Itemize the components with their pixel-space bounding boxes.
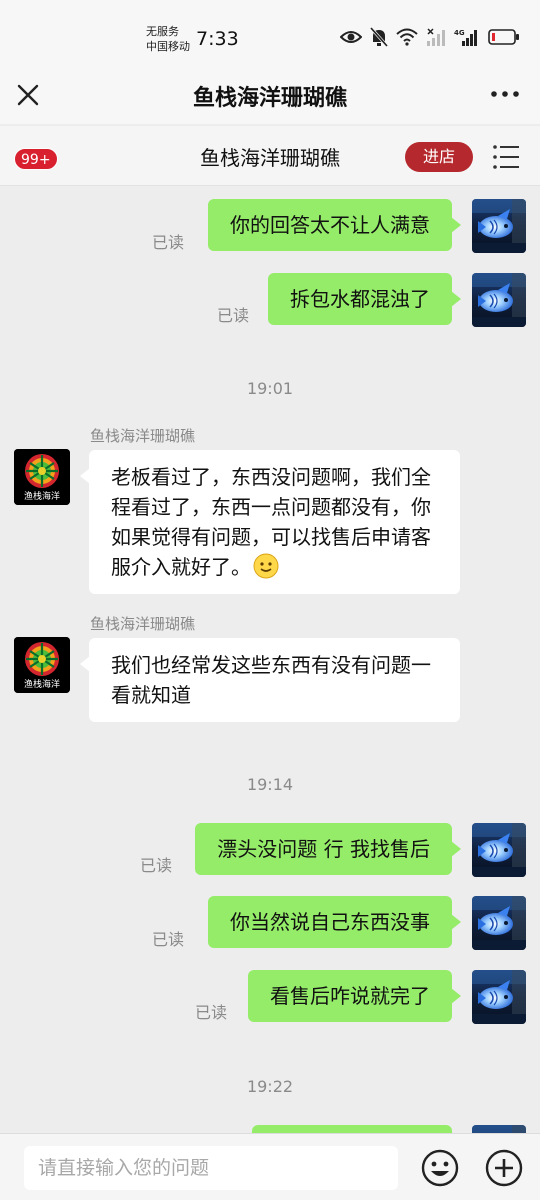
4g-signal-icon: 4G [454,28,480,50]
status-time: 7:33 [196,28,239,50]
emoji-icon[interactable] [420,1148,460,1188]
time-divider: 19:01 [246,379,294,398]
carrier-info: 无服务 中国移动 [146,24,190,54]
carrier-line-2: 中国移动 [146,40,190,53]
sender-name: 鱼栈海洋珊瑚礁 [90,615,196,633]
outgoing-message[interactable]: 看售后咋说就完了 [248,970,461,1022]
time-divider: 19:14 [246,775,294,794]
incoming-message[interactable]: 我们也经常发这些东西有没有问题一看就知道 [80,638,460,722]
list-menu-icon[interactable] [492,144,520,170]
smile-emoji [253,553,279,579]
network-type-label: 4G [454,29,465,37]
shop-avatar[interactable]: 渔栈海洋 [14,449,70,505]
shop-avatar-text: 渔栈海洋 [23,680,60,690]
signal-icon [426,28,446,50]
user-avatar[interactable] [472,199,526,253]
user-avatar[interactable] [472,970,526,1024]
read-status: 已读 [217,306,250,325]
carrier-line-1: 无服务 [146,25,179,38]
page-title: 鱼栈海洋珊瑚礁 [192,86,347,111]
message-input[interactable] [24,1146,398,1190]
user-avatar[interactable] [472,823,526,877]
battery-icon [488,28,520,50]
user-avatar[interactable] [472,896,526,950]
user-avatar[interactable] [472,1125,526,1133]
outgoing-message-partial[interactable] [252,1125,452,1133]
user-avatar[interactable] [472,273,526,327]
read-status: 已读 [152,233,185,252]
sender-name: 鱼栈海洋珊瑚礁 [90,427,196,445]
wifi-icon [396,28,418,50]
status-icons: 4G [339,27,520,51]
outgoing-message[interactable]: 漂头没问题 行 我找售后 [195,823,461,875]
plus-icon[interactable] [484,1148,524,1188]
status-bar: 无服务 中国移动 7:33 4G [0,0,540,72]
input-bar [0,1133,540,1200]
shop-avatar-text: 渔栈海洋 [23,492,60,502]
shop-avatar[interactable]: 渔栈海洋 [14,637,70,693]
outgoing-message[interactable]: 拆包水都混浊了 [268,273,461,325]
outgoing-message[interactable]: 你的回答太不让人满意 [208,199,461,251]
read-status: 已读 [195,1003,228,1022]
read-status: 已读 [140,856,173,875]
time-divider: 19:22 [246,1077,294,1096]
shop-bar: 99+ 鱼栈海洋珊瑚礁 进店 [0,126,540,186]
nav-bar: 鱼栈海洋珊瑚礁 [0,72,540,124]
mute-bell-icon [369,27,389,51]
enter-shop-button[interactable]: 进店 [405,142,473,172]
read-status: 已读 [152,930,185,949]
outgoing-message[interactable]: 你当然说自己东西没事 [208,896,461,948]
incoming-message[interactable]: 老板看过了，东西没问题啊，我们全程看过了，东西一点问题都没有，你如果觉得有问题，… [80,450,460,594]
eye-icon [339,29,363,49]
more-icon[interactable] [490,84,520,104]
chat-area[interactable]: 已读 你的回答太不让人满意 已读 拆包水都混浊了 19:01 鱼栈海洋珊瑚礁 渔… [0,187,540,1133]
incoming-message-text: 我们也经常发这些东西有没有问题一看就知道 [111,653,431,707]
